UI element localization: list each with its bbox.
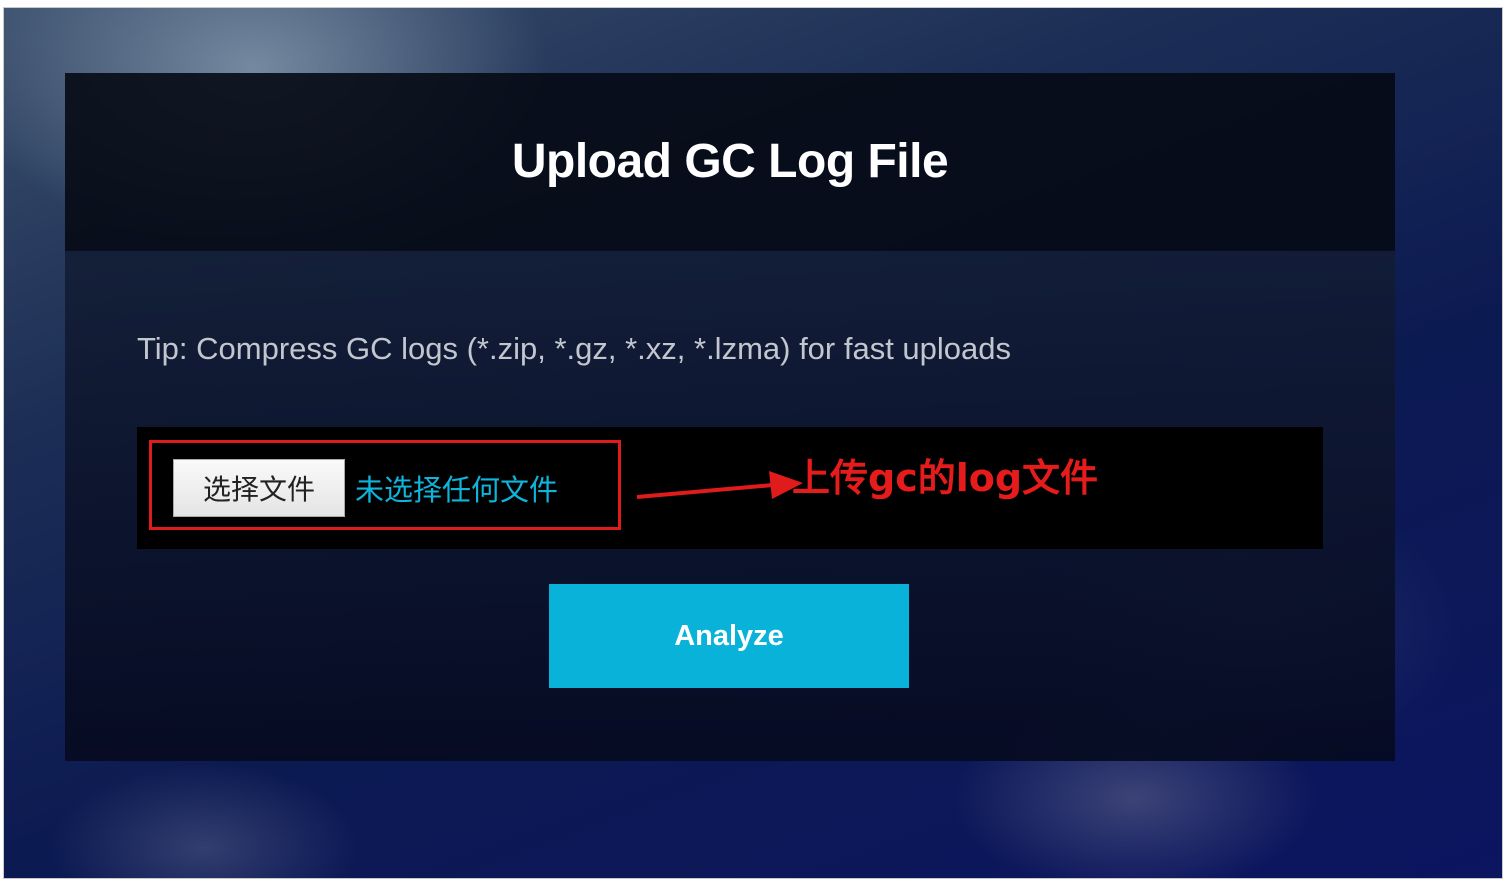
choose-file-button[interactable]: 选择文件 xyxy=(173,459,345,517)
upload-card: Upload GC Log File Tip: Compress GC logs… xyxy=(65,73,1395,761)
file-upload-row: 选择文件 未选择任何文件 上传gc的log文件 xyxy=(137,427,1323,549)
card-header: Upload GC Log File xyxy=(65,73,1395,251)
file-status-text: 未选择任何文件 xyxy=(355,473,559,507)
annotation-label: 上传gc的log文件 xyxy=(792,456,1099,500)
annotation-arrow-icon xyxy=(636,471,803,499)
compression-tip: Tip: Compress GC logs (*.zip, *.gz, *.xz… xyxy=(137,331,1012,366)
page-title: Upload GC Log File xyxy=(511,134,949,188)
card-body: Tip: Compress GC logs (*.zip, *.gz, *.xz… xyxy=(65,251,1395,761)
page-background: Upload GC Log File Tip: Compress GC logs… xyxy=(3,7,1503,879)
analyze-button[interactable]: Analyze xyxy=(549,584,909,688)
